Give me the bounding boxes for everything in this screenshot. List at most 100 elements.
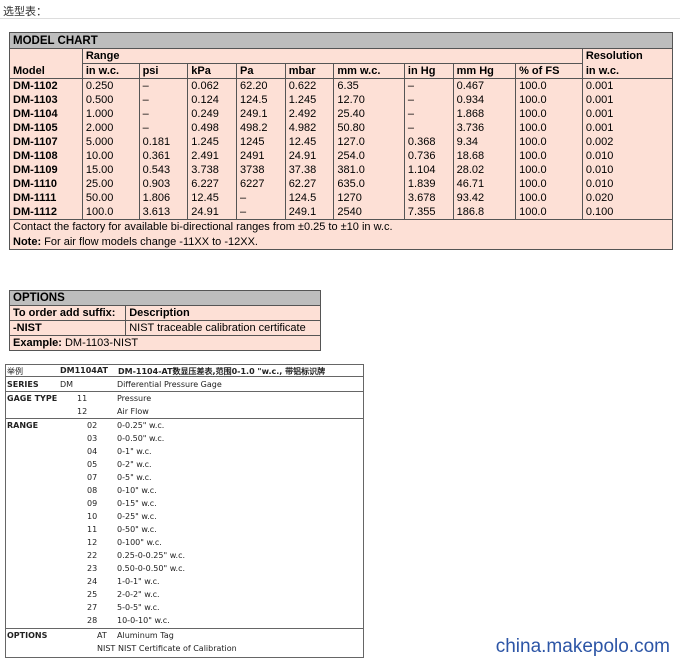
table-cell: 62.27 <box>284 177 335 191</box>
option-desc: Aluminum Tag <box>117 631 174 640</box>
table-cell: 37.38 <box>284 163 335 177</box>
table-cell: 127.0 <box>333 135 405 149</box>
table-cell: 0.249 <box>187 107 237 121</box>
model-cell: DM-1102 <box>9 78 83 93</box>
column-header: kPa <box>187 63 237 79</box>
range-desc: 0-10" w.c. <box>117 486 157 495</box>
table-cell: 18.68 <box>452 149 517 163</box>
column-header: psi <box>138 63 189 79</box>
table-cell: 3738 <box>235 163 286 177</box>
table-cell: 0.001 <box>581 107 674 121</box>
column-header: mbar <box>284 63 335 79</box>
options-label: OPTIONS <box>7 631 48 640</box>
table-cell: 100.0 <box>515 93 583 107</box>
table-row: DM-1102 0.250–0.062 62.20 0.622 6.35–0.467 10… <box>9 78 674 93</box>
table-cell: 3.678 <box>403 191 454 205</box>
table-cell: 25.00 <box>81 177 140 191</box>
suffix-header: To order add suffix: <box>8 305 127 321</box>
table-cell: 12.45 <box>284 135 335 149</box>
table-cell: 3.736 <box>452 121 517 135</box>
range-code: 03 <box>87 434 98 443</box>
table-cell: – <box>403 93 454 107</box>
table-cell: 100.0 <box>515 107 583 121</box>
table-row: DM-1103 0.500–0.124 124.5 1.245 12.70–0.934 1… <box>9 93 674 107</box>
model-cell: DM-1103 <box>9 93 83 107</box>
table-cell: 2540 <box>333 205 405 220</box>
note-text: For air flow models change -11XX to -12X… <box>44 235 258 248</box>
table-cell: 0.498 <box>187 121 237 135</box>
table-cell: 1245 <box>235 135 286 149</box>
range-desc: 5-0-5" w.c. <box>117 603 160 612</box>
table-cell: 0.100 <box>581 205 674 220</box>
table-cell: 0.124 <box>187 93 237 107</box>
table-cell: 635.0 <box>333 177 405 191</box>
range-desc: 0-1" w.c. <box>117 447 152 456</box>
table-cell: 0.736 <box>403 149 454 163</box>
model-cell: DM-1112 <box>9 205 83 220</box>
table-cell: 0.467 <box>452 78 517 93</box>
range-code: 05 <box>87 460 98 469</box>
table-cell: 1.104 <box>403 163 454 177</box>
options-title: OPTIONS <box>9 290 321 306</box>
column-header: in w.c. <box>581 63 674 79</box>
table-cell: 0.010 <box>581 163 674 177</box>
table-cell: 1.245 <box>187 135 237 149</box>
range-code: 07 <box>87 473 98 482</box>
table-cell: 1270 <box>333 191 405 205</box>
table-cell: 0.903 <box>138 177 189 191</box>
table-cell: 2.491 <box>187 149 237 163</box>
table-row: DM-1105 2.000–0.498 498.2 4.982 50.80–3.736 1… <box>9 121 674 135</box>
table-row: DM-1107 5.000 0.181 1.245 1245 12.45 127.0 0.36… <box>9 135 674 149</box>
chart-notes: Contact the factory for available bi-dir… <box>9 219 673 250</box>
range-desc: 1-0-1" w.c. <box>117 577 160 586</box>
option-code: AT <box>97 631 107 640</box>
table-row: DM-1112 100.0 3.613 24.91–249.1 2540 7.355 186… <box>9 205 674 220</box>
options-example: Example: DM-1103-NIST <box>9 335 321 351</box>
ordering-example-panel: 举例 DM1104AT DM-1104-AT数显压差表,范围0-1.0 "w.c… <box>5 364 364 658</box>
table-cell: 0.622 <box>284 78 335 93</box>
table-row: DM-1104 1.000–0.249 249.1 2.492 25.40–1.868 1… <box>9 107 674 121</box>
table-cell: 50.80 <box>333 121 405 135</box>
range-desc: 0-100" w.c. <box>117 538 162 547</box>
range-code: 10 <box>87 512 98 521</box>
table-cell: – <box>138 121 189 135</box>
table-cell: 249.1 <box>235 107 286 121</box>
table-cell: 15.00 <box>81 163 140 177</box>
page-caption: 选型表： <box>3 6 47 18</box>
gage-code: 11 <box>77 394 88 403</box>
column-header: Pa <box>235 63 286 79</box>
range-code: 24 <box>87 577 98 586</box>
table-cell: 254.0 <box>333 149 405 163</box>
table-cell: 0.250 <box>81 78 140 93</box>
table-cell: – <box>235 205 286 220</box>
table-cell: 12.70 <box>333 93 405 107</box>
table-cell: – <box>403 121 454 135</box>
table-cell: 1.868 <box>452 107 517 121</box>
table-cell: 24.91 <box>187 205 237 220</box>
table-cell: 100.0 <box>515 135 583 149</box>
table-cell: 0.010 <box>581 177 674 191</box>
table-cell: 5.000 <box>81 135 140 149</box>
series-code: DM <box>60 380 74 389</box>
table-cell: 10.00 <box>81 149 140 163</box>
table-cell: 0.010 <box>581 149 674 163</box>
series-desc: Differential Pressure Gage <box>117 380 222 389</box>
table-cell: 1.839 <box>403 177 454 191</box>
table-cell: 24.91 <box>284 149 335 163</box>
table-cell: 381.0 <box>333 163 405 177</box>
resolution-header: Resolution <box>581 48 674 64</box>
table-cell: 124.5 <box>235 93 286 107</box>
example-head-model: DM1104AT <box>60 366 108 375</box>
range-header: Range <box>81 48 583 64</box>
range-code: 12 <box>87 538 98 547</box>
range-desc: 0-2" w.c. <box>117 460 152 469</box>
range-label: RANGE <box>7 421 39 430</box>
gage-type-label: GAGE TYPE <box>7 394 58 403</box>
table-cell: 9.34 <box>452 135 517 149</box>
range-code: 27 <box>87 603 98 612</box>
table-cell: 0.001 <box>581 78 674 93</box>
table-cell: 100.0 <box>515 177 583 191</box>
range-desc: 0-0.25" w.c. <box>117 421 165 430</box>
table-cell: 0.934 <box>452 93 517 107</box>
table-cell: 93.42 <box>452 191 517 205</box>
